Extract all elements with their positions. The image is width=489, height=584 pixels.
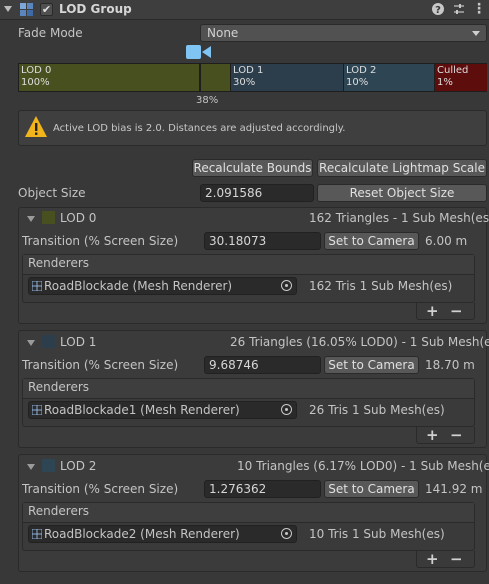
renderers-label: Renderers — [28, 504, 90, 518]
object-picker-icon[interactable] — [281, 404, 292, 415]
renderer-info: 162 Tris 1 Sub Mesh(es) — [309, 279, 453, 293]
remove-renderer-button[interactable]: − — [450, 551, 463, 567]
reset-object-size-button[interactable]: Reset Object Size — [317, 184, 487, 202]
list-controls — [416, 303, 475, 320]
fade-mode-value: None — [207, 26, 239, 40]
lod-bar-segment-culled[interactable]: Culled 1% — [435, 64, 487, 91]
lod-summary: 26 Triangles (16.05% LOD0) - 1 Sub Mesh(… — [230, 335, 489, 349]
list-controls — [416, 551, 475, 568]
remove-renderer-button[interactable]: − — [450, 427, 463, 443]
renderer-name: RoadBlockade1 (Mesh Renderer) — [44, 403, 240, 417]
transition-field[interactable]: 1.276362 — [204, 480, 321, 498]
renderers-header — [23, 503, 474, 523]
renderer-info: 10 Tris 1 Sub Mesh(es) — [309, 527, 445, 541]
lod-distance: 141.92 m — [425, 482, 483, 496]
transition-label: Transition (% Screen Size) — [22, 482, 179, 496]
lod-foldout-arrow-icon[interactable] — [27, 216, 35, 222]
dropdown-arrow-icon — [472, 31, 480, 36]
foldout-arrow-icon[interactable] — [4, 6, 12, 12]
mesh-renderer-icon — [32, 281, 42, 291]
lod-bar-segment-name: LOD 1 — [233, 65, 264, 76]
current-lod-marker[interactable] — [199, 63, 201, 92]
transition-label: Transition (% Screen Size) — [22, 358, 179, 372]
mesh-renderer-icon — [32, 405, 42, 415]
lod-foldout-arrow-icon[interactable] — [27, 464, 35, 470]
renderers-label: Renderers — [28, 380, 90, 394]
lod-bar-segment-name: Culled — [437, 65, 469, 76]
add-renderer-button[interactable]: + — [426, 427, 439, 443]
component-title: LOD Group — [59, 2, 132, 16]
transition-field[interactable]: 9.68746 — [204, 356, 321, 374]
preset-icon[interactable] — [452, 2, 466, 16]
lod-summary: 10 Triangles (6.17% LOD0) - 1 Sub Mesh(e… — [237, 459, 489, 473]
lod-distance: 6.00 m — [425, 234, 468, 248]
fade-mode-dropdown[interactable]: None — [200, 24, 487, 42]
object-picker-icon[interactable] — [281, 528, 292, 539]
svg-text:?: ? — [435, 5, 441, 16]
lod-bar-segment-name: LOD 0 — [21, 65, 52, 76]
transition-label: Transition (% Screen Size) — [22, 234, 179, 248]
warning-icon — [25, 116, 47, 137]
lod-name: LOD 0 — [60, 211, 97, 225]
lod-summary: 162 Triangles - 1 Sub Mesh(es) — [309, 211, 489, 225]
list-controls — [416, 427, 475, 444]
fade-mode-label: Fade Mode — [18, 26, 83, 40]
transition-field[interactable]: 30.18073 — [204, 232, 321, 250]
renderer-name: RoadBlockade2 (Mesh Renderer) — [44, 527, 240, 541]
recalculate-bounds-button[interactable]: Recalculate Bounds — [192, 159, 313, 177]
lod-bar-segment-pct: 30% — [233, 77, 256, 88]
current-lod-percent: 38% — [196, 95, 219, 106]
lod-color-swatch — [42, 459, 55, 472]
set-to-camera-button[interactable]: Set to Camera — [324, 232, 419, 250]
renderer-name: RoadBlockade (Mesh Renderer) — [44, 279, 233, 293]
set-to-camera-button[interactable]: Set to Camera — [324, 480, 419, 498]
context-menu-icon[interactable]: ⋮ — [472, 2, 486, 16]
lod-bar[interactable]: LOD 0 100% LOD 1 30% LOD 2 10% Culled 1% — [18, 63, 487, 92]
lod-group-icon — [20, 3, 33, 16]
lod-bar-segment-lod2[interactable]: LOD 2 10% — [344, 64, 435, 91]
lod-color-swatch — [42, 335, 55, 348]
lod-name: LOD 1 — [60, 335, 97, 349]
add-renderer-button[interactable]: + — [426, 303, 439, 319]
object-size-field[interactable]: 2.091586 — [200, 184, 314, 202]
object-picker-icon[interactable] — [281, 280, 292, 291]
renderers-header — [23, 379, 474, 399]
lod-color-swatch — [42, 211, 55, 224]
lod-bar-segment-lod1[interactable]: LOD 1 30% — [231, 64, 344, 91]
lod-name: LOD 2 — [60, 459, 97, 473]
set-to-camera-button[interactable]: Set to Camera — [324, 356, 419, 374]
help-icon[interactable]: ? — [431, 2, 445, 16]
renderer-info: 26 Tris 1 Sub Mesh(es) — [309, 403, 445, 417]
mesh-renderer-icon — [32, 529, 42, 539]
lod-bar-segment-pct: 10% — [346, 77, 369, 88]
warning-text: Active LOD bias is 2.0. Distances are ad… — [53, 123, 346, 134]
object-size-label: Object Size — [18, 186, 86, 200]
lod-bar-segment-pct: 100% — [21, 77, 50, 88]
add-renderer-button[interactable]: + — [426, 551, 439, 567]
recalculate-lightmap-scale-button[interactable]: Recalculate Lightmap Scale — [317, 159, 487, 177]
lod-bar-segment-name: LOD 2 — [346, 65, 377, 76]
lod-distance: 18.70 m — [425, 358, 475, 372]
remove-renderer-button[interactable]: − — [450, 303, 463, 319]
camera-icon[interactable] — [186, 44, 212, 60]
lod-foldout-arrow-icon[interactable] — [27, 340, 35, 346]
enabled-checkbox[interactable]: ✔ — [40, 3, 53, 16]
renderers-label: Renderers — [28, 256, 90, 270]
renderers-header — [23, 255, 474, 275]
lod-bar-segment-pct: 1% — [437, 77, 453, 88]
